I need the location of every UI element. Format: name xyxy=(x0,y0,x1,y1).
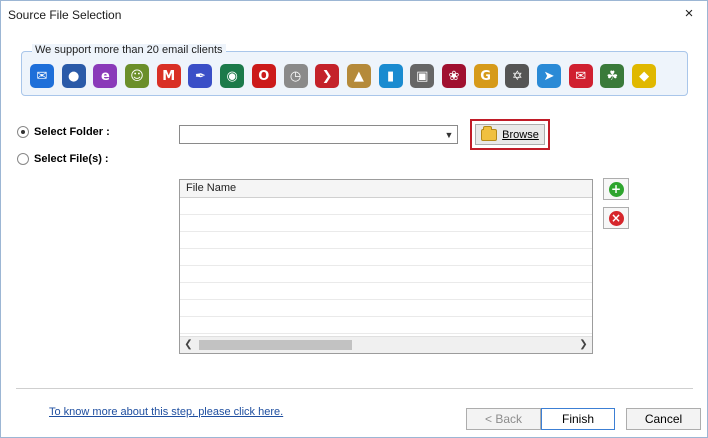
file-list-grid[interactable]: File Name ❮ ❯ xyxy=(179,179,593,354)
table-row[interactable] xyxy=(180,249,592,266)
source-file-selection-dialog: Source File Selection × We support more … xyxy=(0,0,708,438)
window-title: Source File Selection xyxy=(8,8,122,22)
chevron-down-icon[interactable]: ▼ xyxy=(441,126,457,143)
table-row[interactable] xyxy=(180,215,592,232)
scroll-left-icon[interactable]: ❮ xyxy=(180,337,197,353)
people-icon: ☺ xyxy=(125,64,150,88)
select-folder-option[interactable]: Select Folder : xyxy=(17,126,110,138)
back-button[interactable]: < Back xyxy=(466,408,541,430)
gnu-icon: ✡ xyxy=(505,64,530,88)
bat-icon: ◆ xyxy=(632,64,657,88)
footer-divider xyxy=(16,388,693,389)
help-link[interactable]: To know more about this step, please cli… xyxy=(49,406,283,418)
add-file-button[interactable]: + xyxy=(603,178,629,200)
phone-icon: ▮ xyxy=(378,64,403,88)
clock-mail-icon: ◷ xyxy=(283,64,308,88)
horizontal-scrollbar[interactable]: ❮ ❯ xyxy=(180,336,592,353)
select-folder-label: Select Folder : xyxy=(34,126,110,138)
select-files-option[interactable]: Select File(s) : xyxy=(17,153,109,165)
browse-button-label: Browse xyxy=(502,128,539,141)
arrow-circle-icon: ❯ xyxy=(315,64,340,88)
select-files-radio[interactable] xyxy=(17,153,29,165)
email-client-e-icon: e xyxy=(93,64,118,88)
scrollbar-thumb[interactable] xyxy=(199,340,352,350)
camera-icon: ▣ xyxy=(410,64,435,88)
table-row[interactable] xyxy=(180,300,592,317)
seamonkey-icon: ☘ xyxy=(600,64,625,88)
globe-mail-icon: ◉ xyxy=(220,64,245,88)
client-icons-row: ✉ ● e ☺ M ✒ ◉ O ◷ ❯ ▲ ▮ ▣ ❀ G ✡ ➤ ✉ ☘ ◆ xyxy=(30,64,657,90)
table-row[interactable] xyxy=(180,232,592,249)
landscape-icon: ▲ xyxy=(346,64,371,88)
mail-app-icon: ✉ xyxy=(30,64,54,88)
open-folder-icon xyxy=(481,125,498,141)
finish-button[interactable]: Finish xyxy=(541,408,615,430)
select-folder-radio[interactable] xyxy=(17,126,29,138)
remove-icon: × xyxy=(608,210,624,226)
opera-icon: O xyxy=(251,64,276,88)
browse-button[interactable]: Browse xyxy=(475,124,545,145)
berry-icon: ❀ xyxy=(441,64,466,88)
dialog-body: We support more than 20 email clients ✉ ●… xyxy=(1,29,707,437)
envelope-red-icon: ✉ xyxy=(568,64,593,88)
table-row[interactable] xyxy=(180,283,592,300)
gmail-icon: M xyxy=(156,64,181,88)
thunderbird-icon: ● xyxy=(61,64,86,88)
browse-highlight: Browse xyxy=(470,119,550,150)
file-name-column-header[interactable]: File Name xyxy=(180,180,592,198)
paper-plane-icon: ➤ xyxy=(537,64,561,88)
supported-clients-label: We support more than 20 email clients xyxy=(32,44,226,56)
table-row[interactable] xyxy=(180,266,592,283)
table-row[interactable] xyxy=(180,317,592,334)
scroll-right-icon[interactable]: ❯ xyxy=(575,337,592,353)
close-icon[interactable]: × xyxy=(681,6,697,22)
add-icon: + xyxy=(608,181,624,197)
table-row[interactable] xyxy=(180,198,592,215)
remove-file-button[interactable]: × xyxy=(603,207,629,229)
supported-clients-group: We support more than 20 email clients ✉ ●… xyxy=(21,44,688,96)
cancel-button[interactable]: Cancel xyxy=(626,408,701,430)
title-bar: Source File Selection × xyxy=(1,1,707,29)
feather-icon: ✒ xyxy=(188,64,213,88)
select-files-label: Select File(s) : xyxy=(34,153,109,165)
g-badge-icon: G xyxy=(473,64,498,88)
folder-path-combobox[interactable]: ▼ xyxy=(179,125,458,144)
file-list-rows xyxy=(180,198,592,334)
